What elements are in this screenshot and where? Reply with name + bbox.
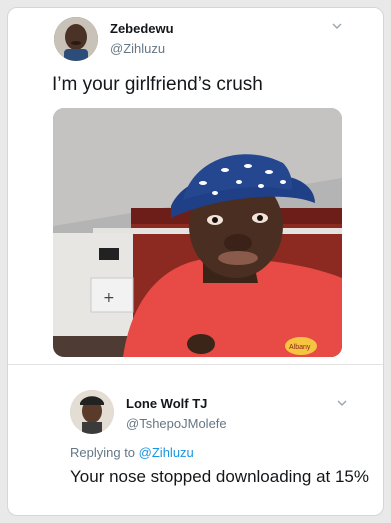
shirt-logo-text: Albany xyxy=(289,344,311,351)
replying-to-prefix: Replying to xyxy=(70,445,136,460)
tweet-photo[interactable]: + Albany xyxy=(53,108,342,357)
svg-text:+: + xyxy=(103,290,115,306)
reply-author-avatar[interactable] xyxy=(70,390,114,434)
chevron-down-icon[interactable] xyxy=(330,21,344,31)
tweet-text: I’m your girlfriend’s crush xyxy=(52,74,263,95)
reply-text: Your nose stopped downloading at 15% xyxy=(70,467,369,486)
replying-to-handle-link[interactable]: @Zihluzu xyxy=(139,445,194,460)
author-avatar[interactable] xyxy=(54,17,98,61)
author-handle[interactable]: @Zihluzu xyxy=(110,41,165,56)
replying-to: Replying to @Zihluzu xyxy=(70,445,194,460)
tweet-card: Zebedewu @Zihluzu I’m your girlfriend’s … xyxy=(7,7,384,516)
reply-author-handle[interactable]: @TshepoJMolefe xyxy=(126,416,227,431)
reply-author-name[interactable]: Lone Wolf TJ xyxy=(126,396,207,411)
chevron-down-icon[interactable] xyxy=(335,398,349,408)
divider xyxy=(8,364,383,365)
author-name[interactable]: Zebedewu xyxy=(110,21,174,36)
